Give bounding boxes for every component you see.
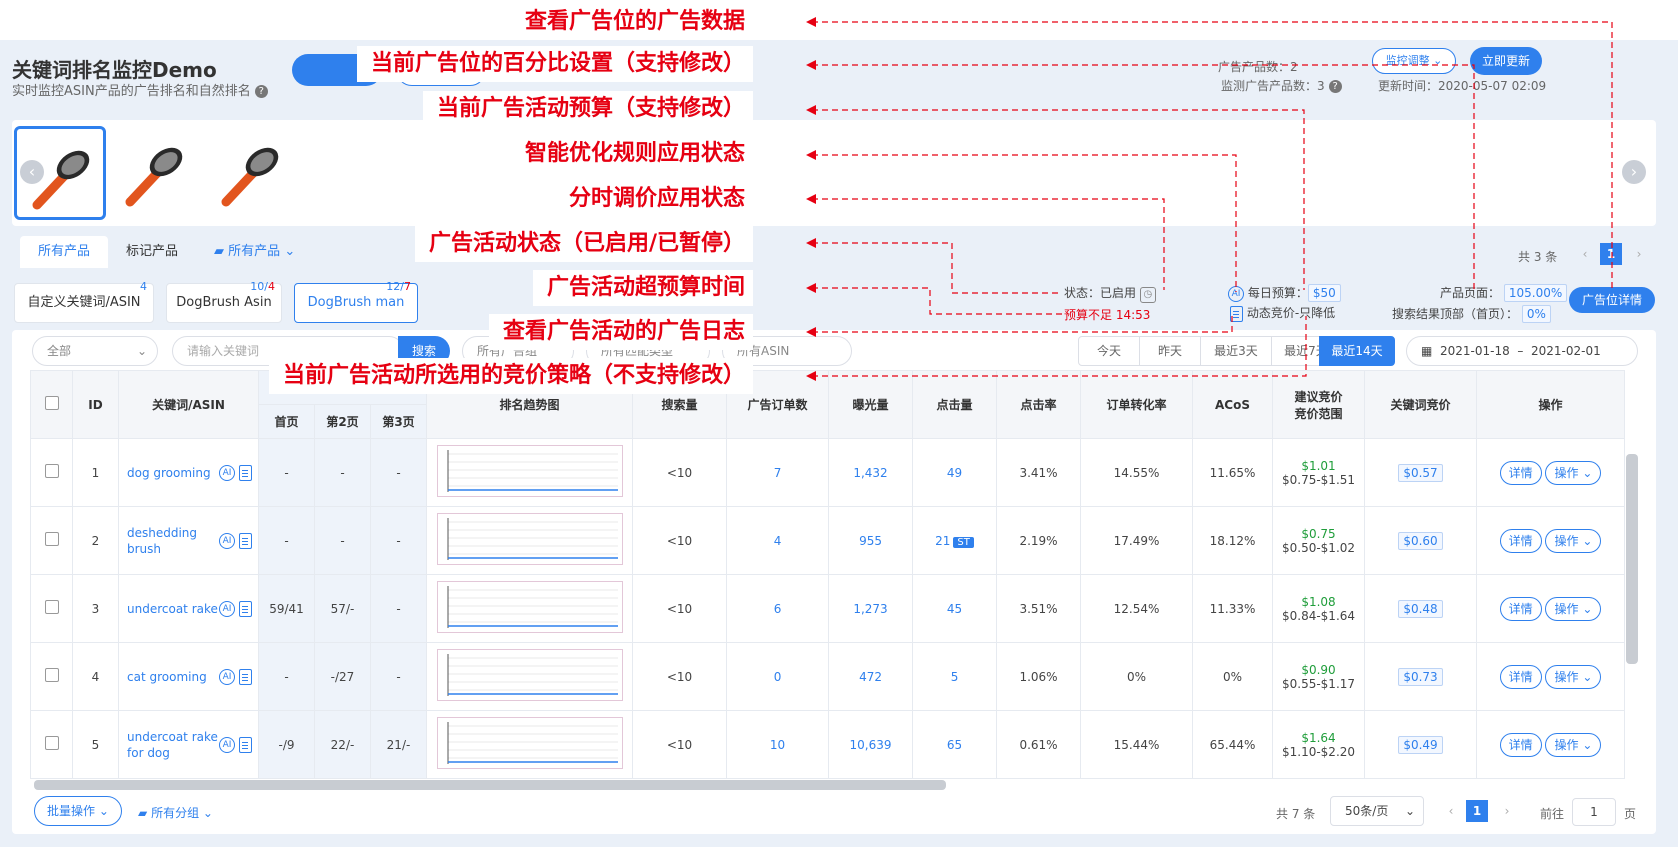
leader-line-6 bbox=[812, 287, 1062, 315]
leader-line-8 bbox=[812, 316, 1307, 377]
arrow-head-6 bbox=[806, 283, 816, 293]
arrow-head-2 bbox=[806, 105, 816, 115]
arrow-head-8 bbox=[806, 371, 816, 381]
arrow-head-3 bbox=[806, 150, 816, 160]
leader-line-4 bbox=[812, 198, 1165, 290]
page: 关键词排名监控Demo 实时监控ASIN产品的广告排名和自然排名? 广告产品数：… bbox=[0, 0, 1678, 847]
arrow-head-4 bbox=[806, 194, 816, 204]
arrow-head-7 bbox=[806, 327, 816, 337]
leader-line-3 bbox=[812, 154, 1237, 292]
leader-line-2 bbox=[812, 109, 1305, 290]
leader-line-7 bbox=[812, 316, 1233, 333]
arrow-head-5 bbox=[806, 238, 816, 248]
arrow-head-1 bbox=[806, 60, 816, 70]
annotation-leader-lines bbox=[806, 17, 1613, 381]
leader-line-1 bbox=[812, 64, 1475, 292]
arrow-head-0 bbox=[806, 17, 816, 27]
leader-line-5 bbox=[812, 242, 1062, 294]
